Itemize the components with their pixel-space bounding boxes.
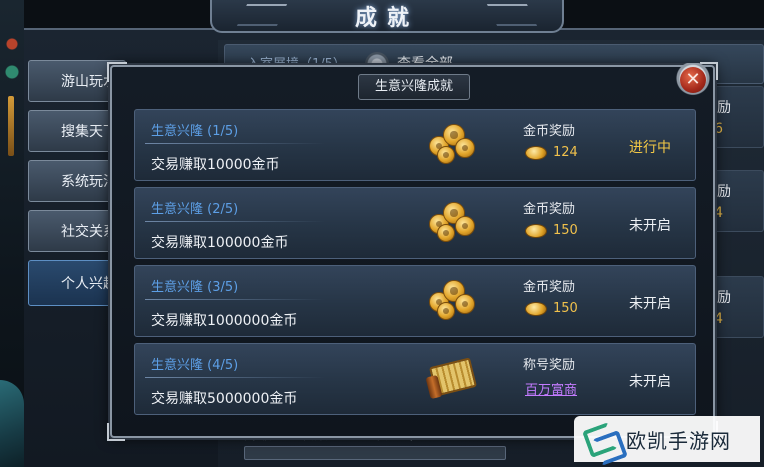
close-icon: ✕ [680,67,706,93]
reward-amount: 150 [553,301,578,316]
popup-title: 生意兴隆成就 [358,74,470,100]
title-scroll-icon [425,357,478,402]
title-reward-link[interactable]: 百万富商 [525,379,577,398]
sidebar-item-label: 搜集天下 [61,124,117,140]
achievement-name: 生意兴隆 (2/5) [151,202,239,217]
achievement-description: 交易赚取10000金币 [151,157,280,173]
reward-value: 百万富商 [525,379,577,398]
achievement-name: 生意兴隆 (4/5) [151,358,239,373]
reward-label: 称号奖励 [523,358,576,373]
gold-coin-icon [525,223,547,238]
row-divider [145,221,325,222]
sidebar-item-label: 个人兴趣 [61,276,117,292]
status-badge: 进行中 [629,140,671,156]
gold-coin-icon [525,301,547,316]
status-badge: 未开启 [629,218,671,234]
tassel-icon [8,96,14,156]
achievement-name: 生意兴隆 (3/5) [151,280,239,295]
watermark-logo-icon [584,422,618,456]
achievement-name: 生意兴隆 (1/5) [151,124,239,139]
reward-amount: 150 [553,223,578,238]
gold-coins-icon [425,120,481,168]
popup-corner [107,423,125,441]
gold-coins-icon [425,198,481,246]
row-divider [145,377,325,378]
achievement-description: 交易赚取1000000金币 [151,313,298,329]
sidebar-item-label: 社交关系 [61,224,117,240]
background-reward-value: 6 [714,121,723,137]
row-divider [145,143,325,144]
sidebar-item-label: 系统玩法 [61,174,117,190]
achievement-popup: 生意兴隆成就 ✕ 生意兴隆 (1/5) 交易赚取10000金币 金币奖励 124… [107,62,718,441]
achievement-row[interactable]: 生意兴隆 (4/5) 交易赚取5000000金币 称号奖励 百万富商 未开启 [134,343,696,415]
achievement-row[interactable]: 生意兴隆 (2/5) 交易赚取100000金币 金币奖励 150 未开启 [134,187,696,259]
achievement-row[interactable]: 生意兴隆 (1/5) 交易赚取10000金币 金币奖励 124 进行中 [134,109,696,181]
row-divider [145,299,325,300]
reward-label: 金币奖励 [523,280,576,295]
close-button[interactable]: ✕ [670,63,716,97]
reward-value: 124 [525,145,578,160]
left-decoration [0,0,24,467]
reward-amount: 124 [553,145,578,160]
achievement-row[interactable]: 生意兴隆 (3/5) 交易赚取1000000金币 金币奖励 150 未开启 [134,265,696,337]
site-watermark: 欧凯手游网 [574,416,760,462]
reward-value: 150 [525,301,578,316]
reward-value: 150 [525,223,578,238]
window-title-bar: 成就 [210,0,564,33]
gold-coins-icon [425,276,481,324]
gold-coin-icon [525,145,547,160]
watermark-text: 欧凯手游网 [626,428,731,453]
window-title: 成就 [354,5,419,31]
title-wing-right [486,4,538,26]
reward-label: 金币奖励 [523,124,576,139]
achievement-description: 交易赚取5000000金币 [151,391,298,407]
reward-label: 金币奖励 [523,202,576,217]
status-badge: 未开启 [629,374,671,390]
background-progress-bar [244,446,506,460]
title-wing-left [236,4,288,26]
feather-decoration [0,380,24,467]
achievement-list: 生意兴隆 (1/5) 交易赚取10000金币 金币奖励 124 进行中 生意兴隆… [134,109,696,421]
achievement-description: 交易赚取100000金币 [151,235,289,251]
status-badge: 未开启 [629,296,671,312]
